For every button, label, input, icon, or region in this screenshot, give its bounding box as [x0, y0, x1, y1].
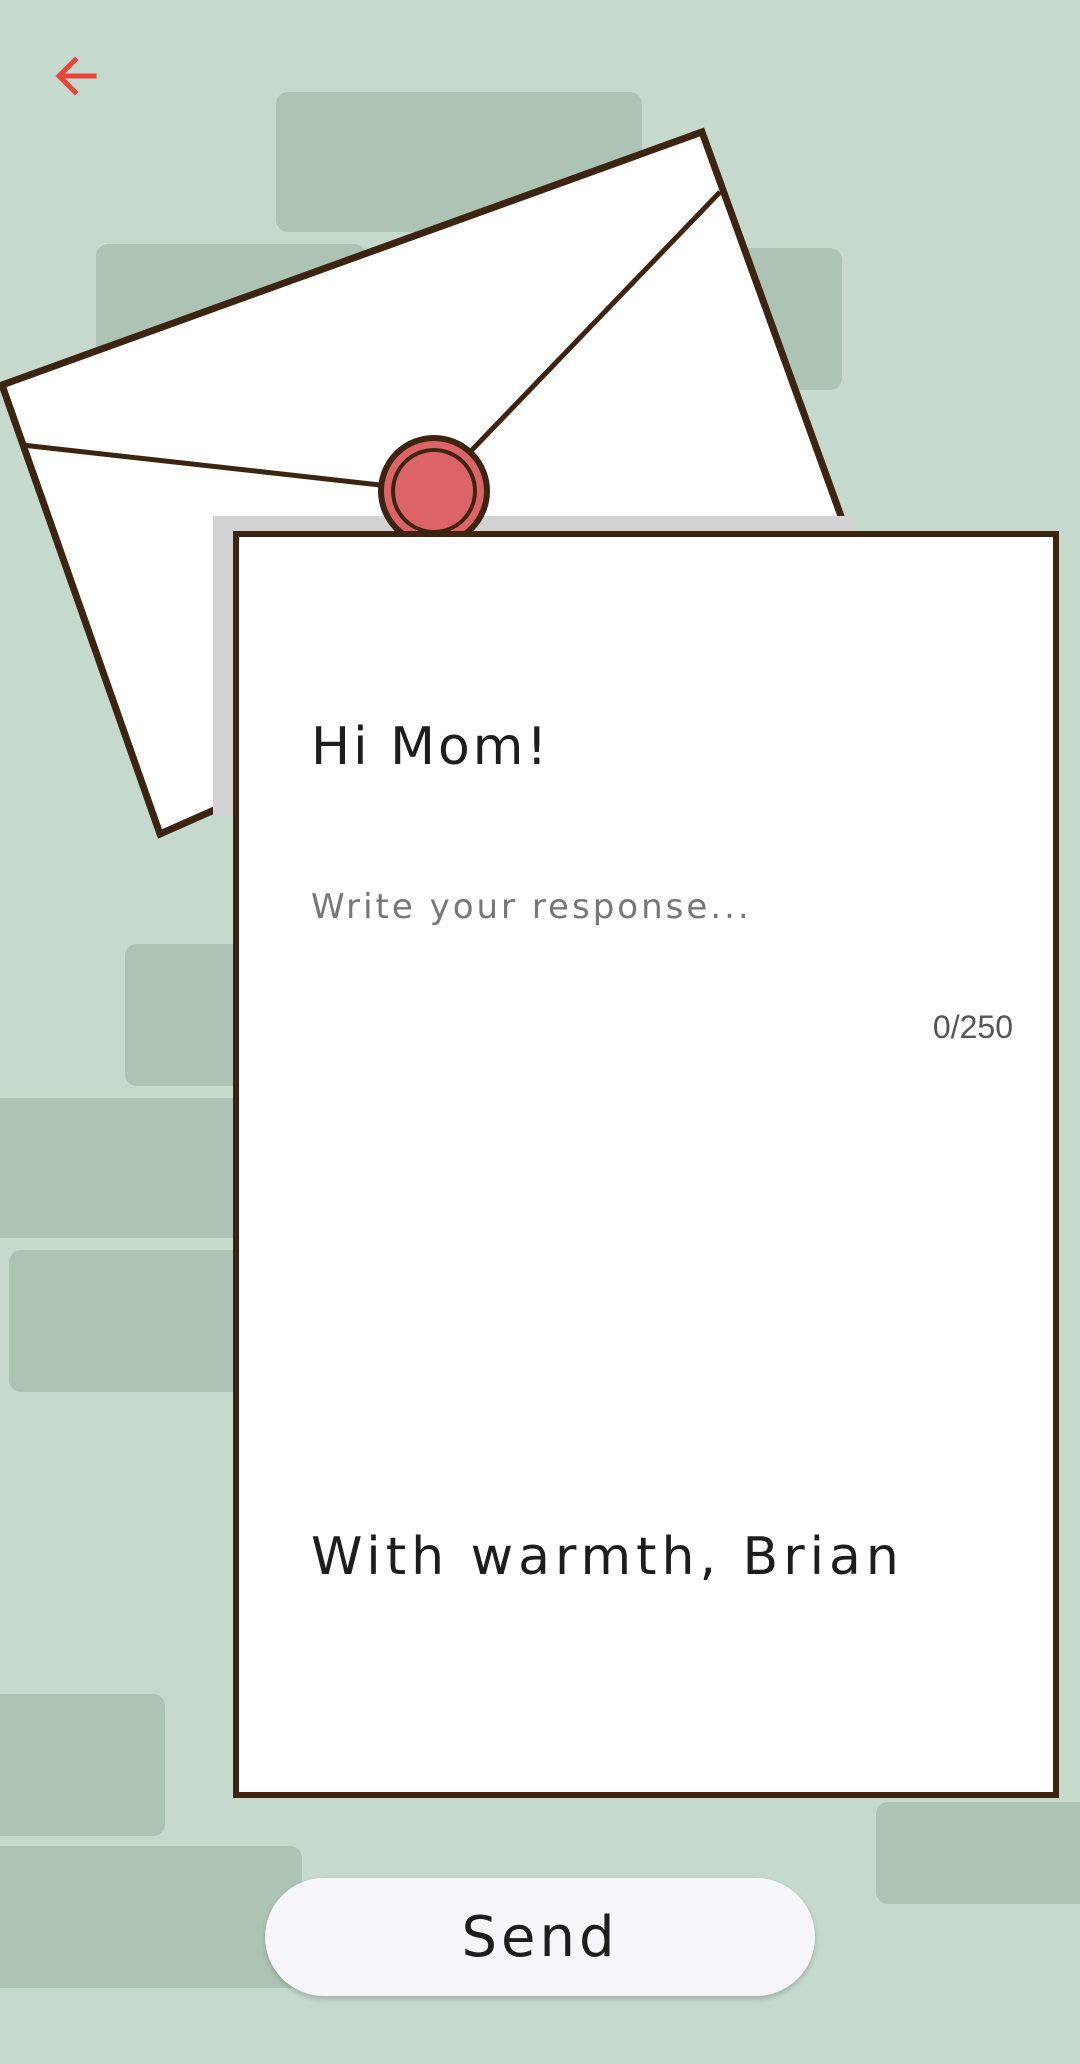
background-brick — [0, 1694, 165, 1836]
character-counter: 0/250 — [932, 1009, 1013, 1045]
letter-greeting: Hi Mom! — [311, 717, 551, 777]
background-brick — [0, 1098, 260, 1238]
response-input[interactable] — [311, 887, 991, 987]
send-button[interactable]: Send — [265, 1878, 815, 1996]
letter-signoff: With warmth, Brian — [311, 1527, 904, 1587]
background-brick — [0, 1846, 302, 1988]
wax-seal-icon — [378, 435, 490, 547]
background-brick — [876, 1802, 1080, 1904]
background-brick — [9, 1250, 259, 1392]
letter-card: Hi Mom! 0/250 With warmth, Brian — [233, 531, 1059, 1798]
